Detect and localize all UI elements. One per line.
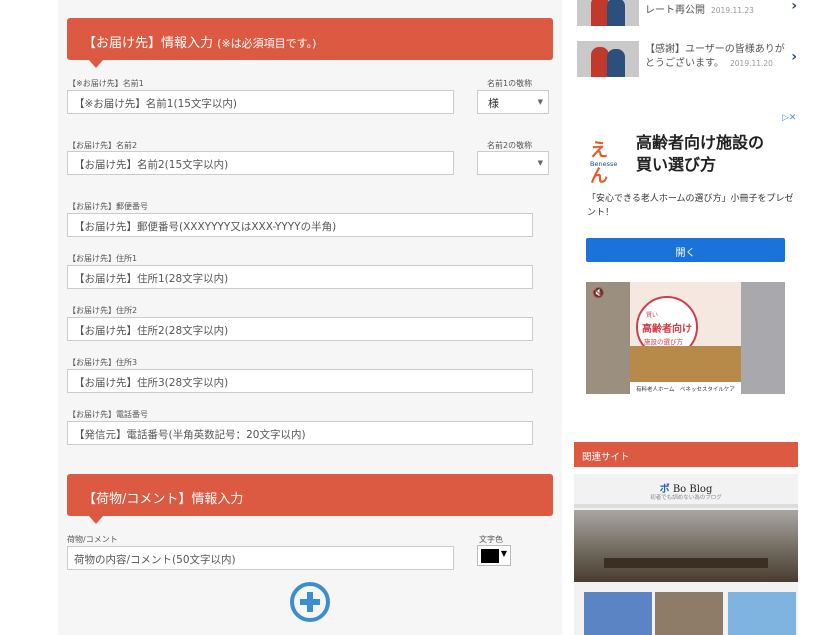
honorific2-label: 名前2の敬称 <box>487 141 533 150</box>
address2-label: 【お届け先】住所2 <box>68 306 138 315</box>
honorific2-select[interactable]: ▼ <box>477 151 549 175</box>
video-footer: 有料老人ホーム ベネッセスタイルケア <box>630 382 741 394</box>
name1-input[interactable]: 【※お届け先】名前1(15文字以内) <box>67 90 454 114</box>
ad-info-close-icon[interactable]: ▷✕ <box>782 113 796 123</box>
news-item[interactable]: 【感謝】ユーザーの皆様ありがとうございます。 2019.11.20 › <box>577 41 799 81</box>
comment-input[interactable]: 荷物の内容/コメント(50文字以内) <box>67 546 454 570</box>
blog-hero-image <box>574 510 798 582</box>
chevron-right-icon: › <box>791 0 797 14</box>
honorific1-value: 様 <box>488 97 499 110</box>
postal-input[interactable]: 【お届け先】郵便番号(XXXYYYY又はXXX-YYYYの半角) <box>67 213 533 237</box>
chevron-right-icon: › <box>791 49 797 65</box>
honorific1-select[interactable]: 様 ▼ <box>477 90 549 114</box>
bo-blog-card[interactable]: ボ Bo Blog 初者でも訓めない為のブログ <box>574 474 798 635</box>
ad-description: 「安心できる老人ホームの選び方」小冊子をプレゼント！ <box>587 194 794 218</box>
news-thumbnail <box>577 41 639 77</box>
news-date: 2019.11.20 <box>730 59 773 68</box>
ad-title[interactable]: 高齢者向け施設の 買い選び方 <box>636 132 764 176</box>
text-color-label: 文字色 <box>479 535 503 544</box>
video-side-blur <box>741 282 785 394</box>
address3-label: 【お届け先】住所3 <box>68 358 138 367</box>
news-thumbnail <box>577 0 639 26</box>
news-item[interactable]: レート再公開 2019.11.23 › <box>577 0 799 30</box>
blog-nav-bar <box>574 504 798 508</box>
chevron-down-icon: ▼ <box>537 159 543 167</box>
color-swatch <box>481 549 499 563</box>
thumb-figure <box>607 0 625 26</box>
honorific1-label: 名前1の敬称 <box>487 79 533 88</box>
phone-label: 【お届け先】電話番号 <box>68 410 148 419</box>
postal-label: 【お届け先】郵便番号 <box>68 202 148 211</box>
blog-thumbnail <box>584 592 652 635</box>
mute-icon[interactable]: 🔇 <box>592 288 604 299</box>
blog-hero-bench <box>604 558 768 568</box>
delivery-section-title: 【お届け先】情報入力 <box>83 36 214 51</box>
required-note: (※は必須項目です。) <box>217 37 317 50</box>
thumb-figure <box>607 49 625 77</box>
package-section-header: 【荷物/コメント】情報入力 <box>67 474 553 524</box>
chevron-down-icon: ▼ <box>537 98 543 106</box>
related-sites-header: 関連サイト <box>574 442 798 467</box>
blog-subtitle: 初者でも訓めない為のブログ <box>650 495 722 501</box>
benesse-logo: えん Benesse <box>590 140 618 187</box>
phone-input[interactable]: 【発信元】電話番号(半角英数記号：20文字以内) <box>67 421 533 445</box>
ad-video[interactable]: 賢い 高齢者向け 施設の選び方 有料老人ホーム ベネッセスタイルケア 🔇 <box>586 282 785 394</box>
ad-open-button[interactable]: 開く <box>586 238 785 262</box>
text-color-picker[interactable]: ▼ <box>477 545 511 566</box>
address3-input[interactable]: 【お届け先】住所3(28文字以内) <box>67 369 533 393</box>
video-frame: 賢い 高齢者向け 施設の選び方 有料老人ホーム ベネッセスタイルケア <box>630 282 741 394</box>
comment-label: 荷物/コメント <box>67 535 118 544</box>
name2-input[interactable]: 【お届け先】名前2(15文字以内) <box>67 151 454 175</box>
video-room-image <box>630 346 741 382</box>
package-section-title: 【荷物/コメント】情報入力 <box>83 492 244 507</box>
plus-bar-vertical <box>307 592 313 612</box>
news-text: 【感謝】ユーザーの皆様ありがとうございます。 2019.11.20 <box>645 44 785 69</box>
plus-circle-icon[interactable] <box>290 582 330 622</box>
blog-thumbnail <box>728 592 796 635</box>
chevron-down-icon: ▼ <box>500 549 507 558</box>
news-date: 2019.11.23 <box>711 6 754 15</box>
address1-input[interactable]: 【お届け先】住所1(28文字以内) <box>67 265 533 289</box>
news-text: レート再公開 2019.11.23 <box>645 5 754 16</box>
address2-input[interactable]: 【お届け先】住所2(28文字以内) <box>67 317 533 341</box>
blog-thumbnail <box>655 592 723 635</box>
address1-label: 【お届け先】住所1 <box>68 254 138 263</box>
name1-label: 【※お届け先】名前1 <box>68 79 144 88</box>
name2-label: 【お届け先】名前2 <box>68 141 138 150</box>
delivery-section-header: 【お届け先】情報入力 (※は必須項目です。) <box>67 18 553 68</box>
